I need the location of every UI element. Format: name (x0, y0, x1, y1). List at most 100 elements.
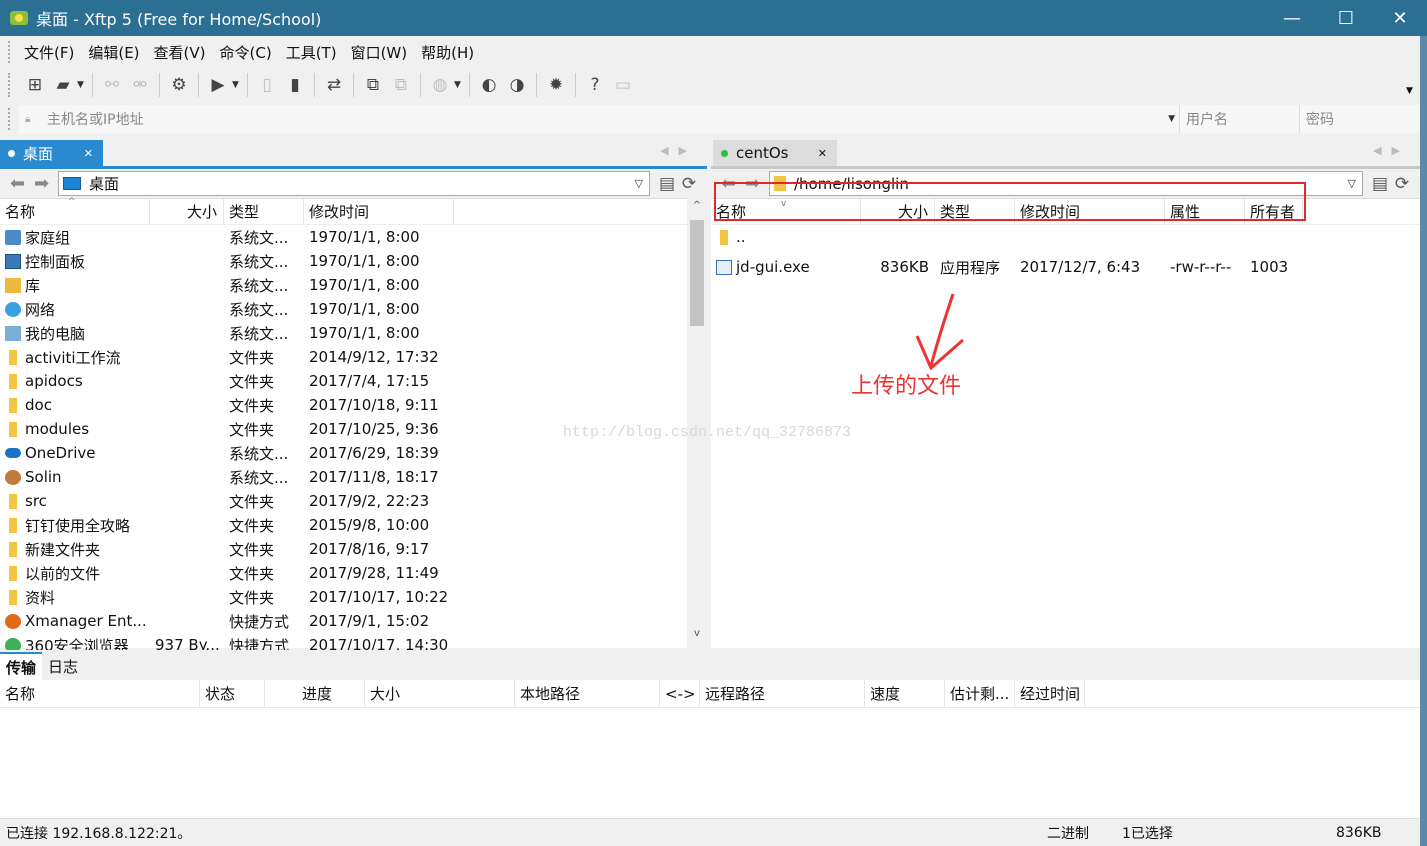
file-row[interactable]: 以前的文件 文件夹 2017/9/28, 11:49 (0, 561, 707, 585)
back-arrow-icon[interactable]: ⬅ (10, 173, 34, 194)
file-row[interactable]: 我的电脑 系统文... 1970/1/1, 8:00 (0, 321, 707, 345)
col-direction[interactable]: <-> (660, 679, 700, 708)
gear-icon[interactable]: ✹ (542, 71, 570, 99)
file-name: 资料 (25, 588, 56, 607)
col-type[interactable]: 类型 (224, 198, 304, 225)
path-dropdown-icon[interactable]: ▽ (635, 177, 643, 190)
refresh-icon[interactable]: ⟳ (1391, 174, 1413, 194)
xshell-icon[interactable]: ◐ (475, 71, 503, 99)
menu-file[interactable]: 文件(F) (17, 42, 81, 63)
new-file-icon[interactable]: ▯ (253, 71, 281, 99)
tab-centos[interactable]: centOs ✕ (713, 140, 837, 166)
col-size[interactable]: 大小 (150, 198, 224, 225)
remote-tab-row: centOs ✕ ◀▶ (711, 138, 1420, 166)
maximize-button[interactable]: ☐ (1319, 0, 1373, 36)
comment-icon[interactable]: ▭ (609, 71, 637, 99)
minimize-button[interactable]: — (1265, 0, 1319, 36)
transfer-column-header: 名称 状态 进度 大小 本地路径 <-> 远程路径 速度 估计剩... 经过时间 (0, 679, 1420, 708)
tab-transfer[interactable]: 传输 (0, 652, 43, 680)
open-dropdown-icon[interactable]: ▼ (77, 80, 87, 90)
tab-nav-arrows-icon[interactable]: ◀▶ (1373, 144, 1410, 157)
toolbar-overflow-icon[interactable]: ▼ (1406, 86, 1413, 96)
scroll-thumb[interactable] (690, 220, 704, 326)
col-mtime[interactable]: 修改时间 (304, 198, 454, 225)
col-progress[interactable]: 进度 (265, 679, 365, 708)
file-row[interactable]: 新建文件夹 文件夹 2017/8/16, 9:17 (0, 537, 707, 561)
menu-command[interactable]: 命令(C) (213, 42, 279, 63)
copy-icon[interactable]: ⧉ (359, 71, 387, 99)
user-icon (5, 469, 21, 485)
lib-icon (5, 277, 21, 293)
col-status[interactable]: 状态 (200, 679, 265, 708)
local-path-input[interactable]: 桌面 ▽ (58, 171, 650, 196)
menu-window[interactable]: 窗口(W) (344, 42, 415, 63)
path-dropdown-icon[interactable]: ▽ (1348, 177, 1356, 190)
help-icon[interactable]: ? (581, 71, 609, 99)
file-row[interactable]: Solin 系统文... 2017/11/8, 18:17 (0, 465, 707, 489)
reconnect-icon[interactable]: ⚯ (98, 71, 126, 99)
col-local-path[interactable]: 本地路径 (515, 679, 660, 708)
menu-tools[interactable]: 工具(T) (279, 42, 344, 63)
file-name: modules (25, 420, 90, 438)
paste-icon[interactable]: ⧉ (387, 71, 415, 99)
password-input[interactable]: 密码 (1299, 105, 1419, 133)
forward-arrow-icon[interactable]: ➡ (34, 173, 58, 194)
scroll-up-icon[interactable]: ^ (687, 200, 707, 218)
file-row[interactable]: 钉钉使用全攻略 文件夹 2015/9/8, 10:00 (0, 513, 707, 537)
file-row[interactable]: 资料 文件夹 2017/10/17, 10:22 (0, 585, 707, 609)
menu-edit[interactable]: 编辑(E) (81, 42, 146, 63)
username-input[interactable]: 用户名 (1179, 105, 1299, 133)
file-row[interactable]: .. (711, 225, 1420, 249)
file-owner: 1003 (1250, 258, 1289, 276)
file-row[interactable]: apidocs 文件夹 2017/7/4, 17:15 (0, 369, 707, 393)
col-remote-path[interactable]: 远程路径 (700, 679, 865, 708)
col-speed[interactable]: 速度 (865, 679, 945, 708)
col-elapsed[interactable]: 经过时间 (1015, 679, 1085, 708)
file-row[interactable]: doc 文件夹 2017/10/18, 9:11 (0, 393, 707, 417)
file-row[interactable]: jd-gui.exe 836KB 应用程序 2017/12/7, 6:43 -rw-r-… (711, 249, 1420, 285)
file-row[interactable]: activiti工作流 文件夹 2014/9/12, 17:32 (0, 345, 707, 369)
menu-help[interactable]: 帮助(H) (414, 42, 481, 63)
xmanager-icon[interactable]: ◑ (503, 71, 531, 99)
host-dropdown-icon[interactable]: ▼ (1168, 114, 1175, 124)
tab-nav-arrows-icon[interactable]: ◀▶ (660, 144, 697, 157)
desktop-icon (63, 177, 81, 190)
scroll-down-icon[interactable]: v (687, 628, 707, 646)
disconnect-icon[interactable]: ⚮ (126, 71, 154, 99)
sort-asc-icon: ^ (68, 197, 76, 207)
new-session-icon[interactable]: ⊞ (21, 71, 49, 99)
upload-file-icon[interactable]: ▮ (281, 71, 309, 99)
open-folder-icon[interactable]: ▤ (656, 174, 678, 194)
transfer-dropdown-icon[interactable]: ▼ (232, 80, 242, 90)
menu-view[interactable]: 查看(V) (147, 42, 213, 63)
file-row[interactable]: OneDrive 系统文... 2017/6/29, 18:39 (0, 441, 707, 465)
col-eta[interactable]: 估计剩... (945, 679, 1015, 708)
file-row[interactable]: Xmanager Ent... 快捷方式 2017/9/1, 15:02 (0, 609, 707, 633)
properties-icon[interactable]: ⚙ (165, 71, 193, 99)
file-row[interactable]: src 文件夹 2017/9/2, 22:23 (0, 489, 707, 513)
col-size[interactable]: 大小 (365, 679, 515, 708)
close-button[interactable]: ✕ (1373, 0, 1427, 36)
file-row[interactable]: 家庭组 系统文... 1970/1/1, 8:00 (0, 225, 707, 249)
local-path-row: ⬅ ➡ 桌面 ▽ ▤ ⟳ (0, 169, 707, 199)
sync-icon[interactable]: ⇄ (320, 71, 348, 99)
refresh-icon[interactable]: ⟳ (678, 174, 700, 194)
toolbar-separator (198, 73, 199, 97)
open-folder-icon[interactable]: ▤ (1369, 174, 1391, 194)
host-input[interactable]: 🔒︎ 主机名或IP地址 ▼ (19, 105, 1179, 133)
col-name[interactable]: 名称 (0, 679, 200, 708)
tab-desktop[interactable]: 桌面 ✕ (0, 140, 103, 166)
file-row[interactable]: 库 系统文... 1970/1/1, 8:00 (0, 273, 707, 297)
open-folder-icon[interactable]: ▰ (49, 71, 77, 99)
file-row[interactable]: 网络 系统文... 1970/1/1, 8:00 (0, 297, 707, 321)
local-path-tools: ▤ ⟳ (656, 174, 700, 194)
file-row[interactable]: 控制面板 系统文... 1970/1/1, 8:00 (0, 249, 707, 273)
connection-status: 已连接 192.168.8.122:21。 (6, 825, 192, 842)
close-tab-icon[interactable]: ✕ (818, 147, 827, 160)
local-scrollbar[interactable]: ^ v (687, 198, 707, 648)
globe-icon[interactable]: ◍ (426, 71, 454, 99)
transfer-play-icon[interactable]: ▶ (204, 71, 232, 99)
tab-log[interactable]: 日志 (42, 652, 84, 680)
close-tab-icon[interactable]: ✕ (84, 147, 93, 160)
globe-dropdown-icon[interactable]: ▼ (454, 80, 464, 90)
